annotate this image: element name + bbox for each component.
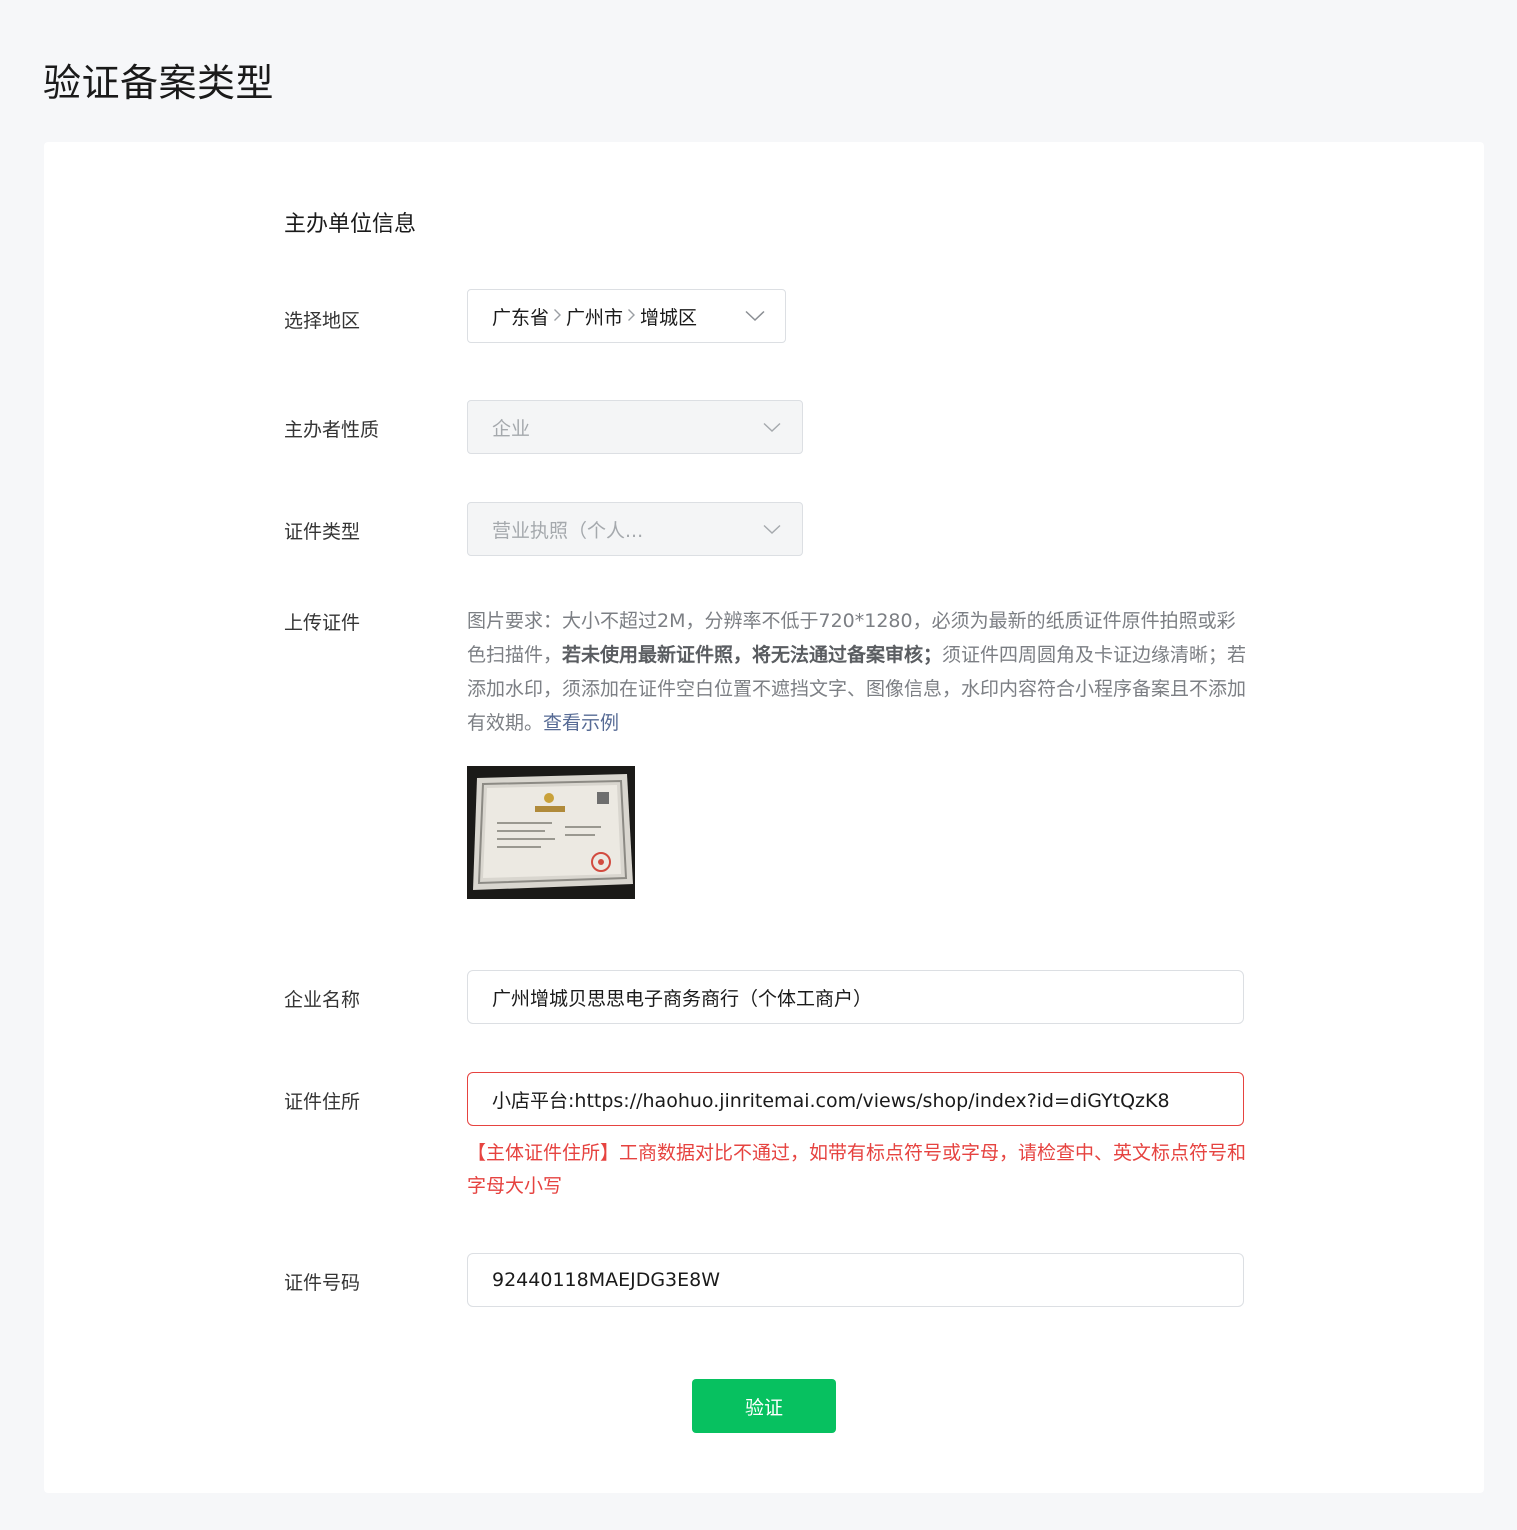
address-label: 证件住所 — [284, 1091, 361, 1113]
cert-number-value: 92440118MAEJDG3E8W — [492, 1269, 721, 1291]
nature-select[interactable]: 企业 — [467, 400, 803, 454]
company-name-label: 企业名称 — [284, 989, 361, 1011]
certificate-image — [467, 766, 635, 899]
view-example-link[interactable]: 查看示例 — [543, 712, 619, 734]
region-city: 广州市 — [566, 306, 624, 329]
address-input[interactable]: 小店平台:https://haohuo.jinritemai.com/views… — [467, 1072, 1244, 1126]
cert-number-input[interactable]: 92440118MAEJDG3E8W — [467, 1253, 1244, 1307]
form-card: 主办单位信息 选择地区 广东省 广州市 增城区 主办者性质 企业 证件类型 营业… — [44, 142, 1484, 1493]
chevron-right-icon — [627, 307, 636, 326]
upload-hint: 图片要求：大小不超过2M，分辨率不低于720*1280，必须为最新的纸质证件原件… — [467, 604, 1247, 740]
company-name-input[interactable]: 广州增城贝思思电子商务商行（个体工商户） — [467, 970, 1244, 1024]
chevron-right-icon — [553, 307, 562, 326]
hint-bold-text: 若未使用最新证件照，将无法通过备案审核； — [562, 644, 943, 666]
upload-label: 上传证件 — [284, 612, 361, 634]
chevron-down-icon — [762, 417, 782, 437]
address-value: 小店平台:https://haohuo.jinritemai.com/views… — [492, 1089, 1170, 1112]
region-label: 选择地区 — [284, 310, 361, 332]
company-name-value: 广州增城贝思思电子商务商行（个体工商户） — [492, 987, 873, 1010]
verify-button[interactable]: 验证 — [692, 1379, 836, 1433]
cert-type-label: 证件类型 — [284, 521, 361, 543]
cert-type-select[interactable]: 营业执照（个人... — [467, 502, 803, 556]
nature-label: 主办者性质 — [284, 419, 380, 441]
chevron-down-icon — [762, 519, 782, 539]
section-title: 主办单位信息 — [284, 212, 417, 237]
chevron-down-icon — [745, 306, 765, 326]
certificate-thumbnail[interactable] — [467, 766, 635, 899]
address-error-message: 【主体证件住所】工商数据对比不通过，如带有标点符号或字母，请检查中、英文标点符号… — [467, 1142, 1247, 1197]
cert-type-value: 营业执照（个人... — [492, 519, 644, 542]
nature-value: 企业 — [492, 417, 531, 440]
region-selector[interactable]: 广东省 广州市 增城区 — [467, 289, 786, 343]
page-title: 验证备案类型 — [43, 61, 275, 105]
region-province: 广东省 — [492, 306, 550, 329]
region-district: 增城区 — [640, 306, 698, 329]
cert-number-label: 证件号码 — [284, 1272, 361, 1294]
